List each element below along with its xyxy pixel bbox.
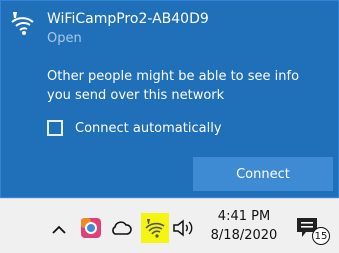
- connect-automatically-label[interactable]: Connect automatically: [75, 121, 222, 137]
- connect-automatically-checkbox[interactable]: [47, 120, 63, 136]
- notification-icon[interactable]: 15: [294, 213, 330, 247]
- volume-icon[interactable]: [171, 217, 195, 239]
- security-warning: Other people might be able to see info y…: [47, 69, 300, 103]
- taskbar: 4:41 PM 8/18/2020 15: [0, 198, 339, 253]
- taskbar-clock[interactable]: 4:41 PM 8/18/2020: [198, 207, 290, 245]
- network-name: WiFiCampPro2-AB40D9: [47, 11, 209, 27]
- network-status: Open: [47, 31, 82, 46]
- clock-date: 8/18/2020: [210, 228, 278, 243]
- cloud-icon[interactable]: [110, 219, 132, 237]
- app-icon[interactable]: [80, 217, 102, 239]
- network-flyout: WiFiCampPro2-AB40D9 Open Other people mi…: [0, 0, 339, 198]
- clock-time: 4:41 PM: [217, 209, 271, 224]
- connect-button-label: Connect: [236, 166, 290, 182]
- wifi-icon[interactable]: [141, 213, 169, 243]
- notification-count-badge: 15: [312, 227, 330, 245]
- chevron-up-icon[interactable]: [50, 221, 68, 239]
- wifi-open-network-icon: [9, 11, 35, 37]
- connect-button[interactable]: Connect: [193, 157, 333, 191]
